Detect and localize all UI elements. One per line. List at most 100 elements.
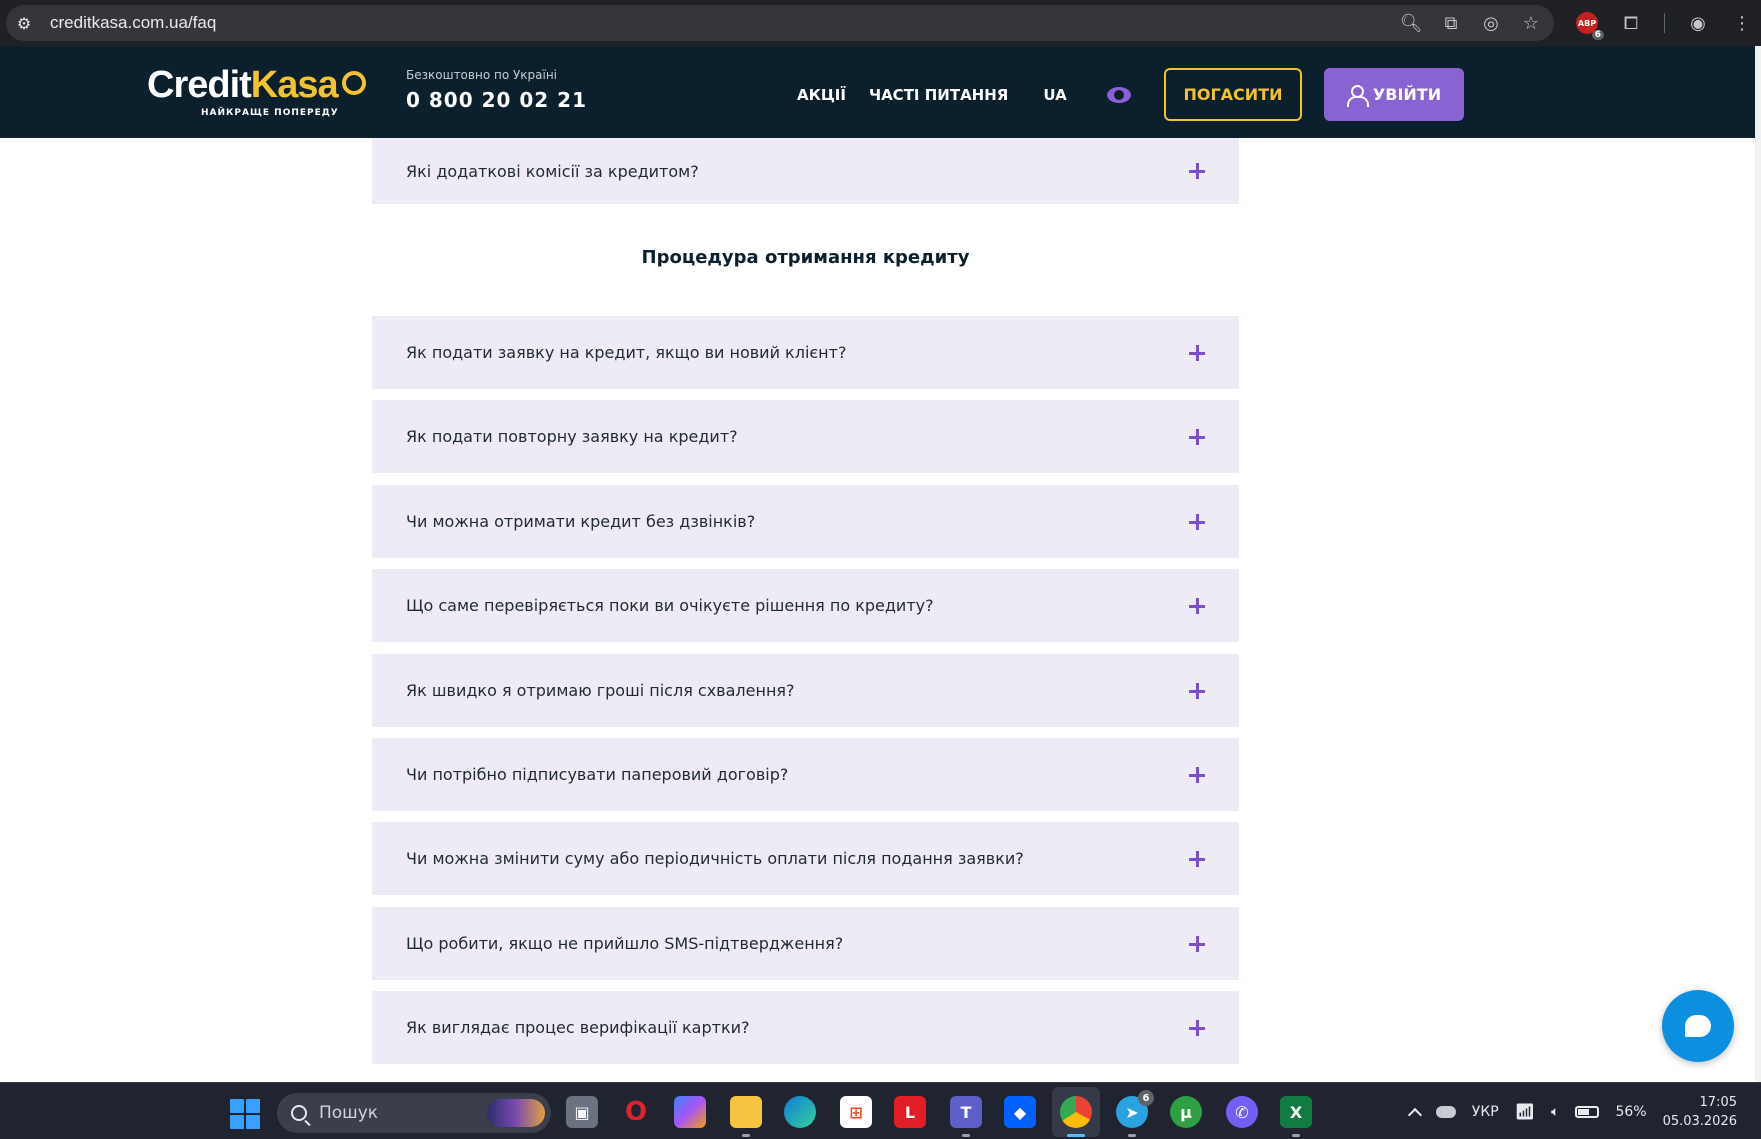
chat-bubble-icon	[1685, 1015, 1711, 1037]
logo-mark-icon	[341, 70, 366, 95]
expand-plus-icon[interactable]	[1189, 597, 1205, 614]
taskbar-search[interactable]: Пошук	[277, 1093, 551, 1133]
adblock-label: ABP	[1577, 18, 1597, 28]
clock[interactable]: 17:05 05.03.2026	[1663, 1093, 1737, 1131]
faq-item[interactable]: Що саме перевіряється поки ви очікуєте р…	[372, 569, 1239, 642]
logo-kasa-text: Kasa	[250, 64, 339, 106]
app-running-indicator	[1128, 1134, 1136, 1137]
adblock-count: 6	[1591, 30, 1604, 40]
page-scrollbar[interactable]	[1755, 46, 1761, 1082]
section-title: Процедура отримання кредиту	[641, 247, 970, 268]
faq-question: Які додаткові комісії за кредитом?	[406, 161, 699, 181]
language-switcher[interactable]: UA	[1043, 86, 1066, 104]
taskbar: Пошук ▣ O ⊞ L T ◆ ➤ 6 µ ✆ X УКР 📶︎ 🔈︎ 56%…	[0, 1082, 1761, 1139]
expand-plus-icon[interactable]	[1189, 163, 1205, 179]
profile-icon[interactable]: ◉	[1687, 12, 1709, 34]
bookmark-star-icon[interactable]: ☆	[1520, 12, 1542, 34]
logo-tagline: НАЙКРАЩЕ ПОПЕРЕДУ	[201, 108, 339, 118]
adblock-extension-icon[interactable]: ABP 6	[1576, 12, 1604, 40]
expand-plus-icon[interactable]	[1189, 513, 1205, 530]
windows-start-icon[interactable]	[230, 1099, 260, 1129]
faq-question: Чи можна змінити суму або періодичність …	[406, 849, 1024, 868]
expand-plus-icon[interactable]	[1189, 766, 1205, 783]
install-app-icon[interactable]: ⧉	[1440, 12, 1462, 34]
url-text[interactable]: creditkasa.com.ua/faq	[50, 13, 216, 33]
faq-item[interactable]: Як подати заявку на кредит, якщо ви нови…	[372, 316, 1239, 389]
viber-icon[interactable]: ✆	[1226, 1096, 1258, 1128]
faq-item[interactable]: Які додаткові комісії за кредитом?	[372, 138, 1239, 204]
battery-icon[interactable]	[1575, 1105, 1600, 1118]
faq-item[interactable]: Чи потрібно підписувати паперовий догові…	[372, 738, 1239, 811]
copilot-icon[interactable]	[674, 1096, 706, 1128]
login-button[interactable]: УВІЙТИ	[1324, 68, 1464, 121]
faq-question: Чи можна отримати кредит без дзвінків?	[406, 512, 756, 531]
clock-time: 17:05	[1699, 1094, 1737, 1110]
onedrive-cloud-icon[interactable]	[1435, 1105, 1456, 1118]
lingq-app-icon[interactable]: L	[894, 1096, 926, 1128]
faq-question: Як виглядає процес верифікації картки?	[406, 1018, 750, 1037]
expand-plus-icon[interactable]	[1189, 1019, 1205, 1036]
expand-plus-icon[interactable]	[1189, 850, 1205, 867]
faq-question: Як подати заявку на кредит, якщо ви нови…	[406, 343, 847, 362]
site-header: CreditKasa НАЙКРАЩЕ ПОПЕРЕДУ Безкоштовно…	[0, 46, 1761, 138]
chrome-icon[interactable]	[1060, 1096, 1092, 1128]
task-view-icon[interactable]: ▣	[566, 1096, 598, 1128]
utorrent-icon[interactable]: µ	[1170, 1096, 1202, 1128]
excel-icon[interactable]: X	[1280, 1096, 1312, 1128]
toolbar-divider	[1664, 13, 1665, 33]
nav-link-promotions[interactable]: АКЦІЇ	[797, 86, 846, 104]
app-active-indicator	[1067, 1134, 1085, 1137]
search-highlight-image	[487, 1099, 545, 1127]
chat-widget-button[interactable]	[1662, 990, 1734, 1062]
faq-item[interactable]: Чи можна отримати кредит без дзвінків?	[372, 485, 1239, 558]
edge-icon[interactable]	[784, 1096, 816, 1128]
phone-caption: Безкоштовно по Україні	[406, 68, 558, 82]
app-running-indicator	[742, 1134, 750, 1137]
browser-menu-icon[interactable]: ⋮	[1731, 12, 1753, 34]
input-language-indicator[interactable]: УКР	[1472, 1104, 1499, 1120]
faq-question: Як подати повторну заявку на кредит?	[406, 427, 738, 446]
faq-item[interactable]: Чи можна змінити суму або періодичність …	[372, 822, 1239, 895]
faq-question: Чи потрібно підписувати паперовий догові…	[406, 765, 789, 784]
address-bar[interactable]: ⚙ creditkasa.com.ua/faq 🔍︎ ⧉ ◎ ☆	[6, 5, 1554, 41]
faq-question: Що саме перевіряється поки ви очікуєте р…	[406, 596, 934, 615]
tracking-protection-icon[interactable]: ◎	[1480, 12, 1502, 34]
zoom-icon[interactable]: 🔍︎	[1400, 12, 1423, 34]
nav-link-faq[interactable]: ЧАСТІ ПИТАННЯ	[869, 86, 1008, 104]
opera-icon[interactable]: O	[620, 1096, 652, 1128]
file-explorer-icon[interactable]	[730, 1096, 762, 1128]
clock-date: 05.03.2026	[1662, 1113, 1737, 1129]
teams-icon[interactable]: T	[950, 1096, 982, 1128]
search-icon	[291, 1105, 307, 1121]
expand-plus-icon[interactable]	[1189, 682, 1205, 699]
app-running-indicator	[962, 1134, 970, 1137]
faq-item[interactable]: Як подати повторну заявку на кредит?	[372, 400, 1239, 473]
wifi-icon[interactable]: 📶︎	[1515, 1102, 1535, 1121]
expand-plus-icon[interactable]	[1189, 428, 1205, 445]
microsoft-store-icon[interactable]: ⊞	[840, 1096, 872, 1128]
show-hidden-icons-chevron-icon[interactable]	[1407, 1107, 1422, 1122]
faq-item[interactable]: Як швидко я отримаю гроші після схваленн…	[372, 654, 1239, 727]
volume-icon[interactable]: 🔈︎	[1551, 1104, 1559, 1120]
telegram-badge: 6	[1138, 1090, 1154, 1106]
faq-item[interactable]: Як виглядає процес верифікації картки?	[372, 991, 1239, 1064]
login-label: УВІЙТИ	[1372, 85, 1442, 104]
app-running-indicator	[1292, 1134, 1300, 1137]
browser-toolbar: ⚙ creditkasa.com.ua/faq 🔍︎ ⧉ ◎ ☆ ABP 6 ⧠…	[0, 0, 1761, 46]
extensions-puzzle-icon[interactable]: ⧠	[1620, 12, 1642, 34]
system-tray: УКР 📶︎ 🔈︎ 56% 17:05 05.03.2026	[1407, 1083, 1737, 1139]
accessibility-eye-icon[interactable]	[1106, 87, 1131, 103]
creditkasa-logo[interactable]: CreditKasa НАЙКРАЩЕ ПОПЕРЕДУ	[147, 64, 366, 118]
dropbox-icon[interactable]: ◆	[1004, 1096, 1036, 1128]
faq-item[interactable]: Що робити, якщо не прийшло SMS-підтвердж…	[372, 907, 1239, 980]
search-placeholder: Пошук	[319, 1103, 379, 1123]
phone-number-link[interactable]: 0 800 20 02 21	[406, 88, 587, 112]
pay-button[interactable]: ПОГАСИТИ	[1164, 68, 1302, 121]
expand-plus-icon[interactable]	[1189, 344, 1205, 361]
telegram-icon[interactable]: ➤ 6	[1116, 1090, 1154, 1128]
logo-credit-text: Credit	[147, 64, 252, 106]
main-nav: АКЦІЇ ЧАСТІ ПИТАННЯ UA	[797, 86, 1131, 104]
phone-block: Безкоштовно по Україні 0 800 20 02 21	[406, 68, 587, 112]
site-info-icon[interactable]: ⚙	[6, 5, 42, 41]
expand-plus-icon[interactable]	[1189, 935, 1205, 952]
